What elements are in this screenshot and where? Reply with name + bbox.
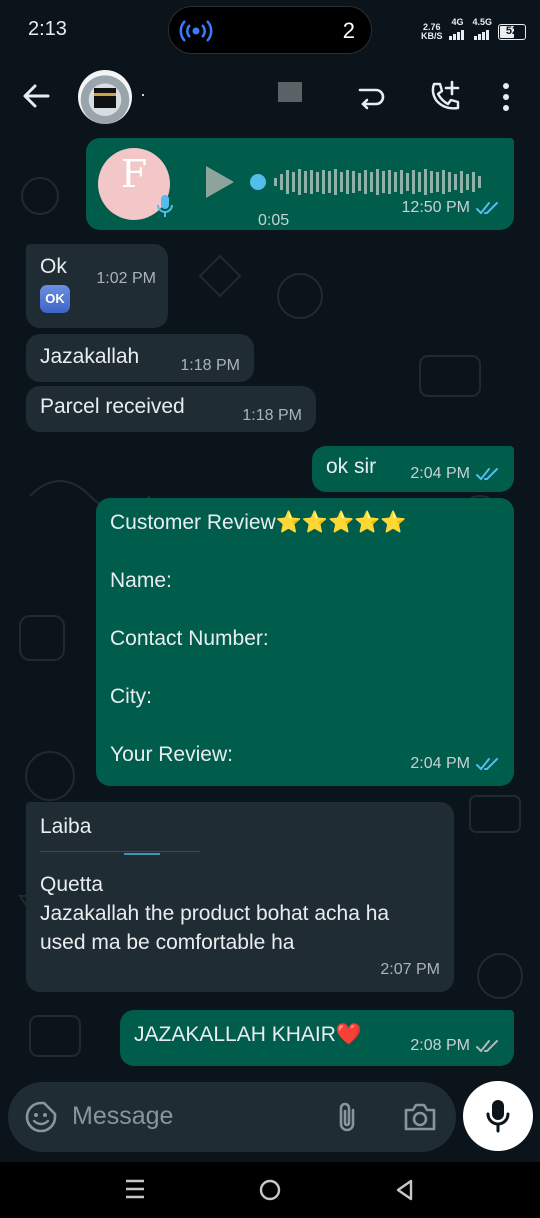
read-ticks-icon bbox=[476, 467, 498, 480]
network-4g: 4G bbox=[448, 18, 466, 45]
delivered-ticks-icon bbox=[476, 1039, 498, 1052]
laiba-city: Quetta bbox=[40, 873, 104, 896]
home-icon[interactable] bbox=[258, 1178, 282, 1202]
laiba-review-text: Jazakallah the product bohat acha ha use… bbox=[40, 902, 395, 954]
dynamic-pill[interactable]: 2 bbox=[168, 6, 372, 54]
message-bubble-jazakallah[interactable]: Jazakallah 1:18 PM bbox=[26, 334, 254, 382]
message-meta: 1:18 PM bbox=[180, 351, 240, 380]
recents-icon[interactable] bbox=[124, 1178, 146, 1200]
status-bar: 2:13 2 2.76 KB/S 4G 4.5G 52 bbox=[0, 0, 540, 58]
more-options-icon[interactable] bbox=[500, 82, 512, 112]
network-45g: 4.5G bbox=[472, 18, 492, 45]
message-time: 1:18 PM bbox=[242, 407, 302, 424]
pill-count: 2 bbox=[342, 18, 355, 43]
message-input[interactable]: Message bbox=[72, 1102, 173, 1131]
system-nav-bar bbox=[0, 1162, 540, 1218]
back-arrow-icon[interactable] bbox=[22, 82, 50, 110]
read-ticks-icon bbox=[476, 201, 498, 214]
battery-icon: 52 bbox=[498, 23, 526, 40]
voice-note-bubble[interactable]: F 0:05 12:50 PM bbox=[86, 138, 514, 230]
status-indicators: 2.76 KB/S 4G 4.5G 52 bbox=[421, 18, 526, 45]
mic-icon bbox=[157, 195, 173, 217]
read-ticks-icon bbox=[476, 757, 498, 770]
laiba-name: Laiba bbox=[40, 815, 92, 838]
redacted-line bbox=[40, 841, 440, 870]
mic-icon bbox=[486, 1100, 510, 1133]
ok-button-emoji: OK bbox=[40, 285, 70, 313]
video-call-icon[interactable] bbox=[276, 78, 304, 106]
status-time: 2:13 bbox=[28, 18, 67, 40]
message-meta: 1:18 PM bbox=[242, 401, 302, 430]
message-time: 2:08 PM bbox=[410, 1037, 470, 1054]
message-time: 1:02 PM bbox=[96, 270, 156, 287]
battery-level: 52 bbox=[505, 24, 519, 37]
message-time: 2:04 PM bbox=[410, 465, 470, 482]
message-input-bar: Message bbox=[8, 1082, 456, 1152]
message-bubble-ok-sir[interactable]: ok sir 2:04 PM bbox=[312, 446, 514, 492]
back-nav-icon[interactable] bbox=[394, 1178, 414, 1202]
message-time: 1:18 PM bbox=[180, 357, 240, 374]
emoji-sticker-icon[interactable] bbox=[24, 1100, 58, 1134]
add-call-icon[interactable] bbox=[428, 80, 462, 112]
message-time: 2:07 PM bbox=[380, 961, 440, 978]
signal-icon bbox=[449, 30, 465, 40]
message-bubble-parcel[interactable]: Parcel received 1:18 PM bbox=[26, 386, 316, 432]
message-meta: 2:04 PM bbox=[410, 749, 500, 778]
message-meta: 12:50 PM bbox=[402, 193, 500, 222]
attach-icon[interactable] bbox=[334, 1100, 360, 1134]
play-icon[interactable] bbox=[202, 164, 236, 200]
voice-record-button[interactable] bbox=[463, 1081, 533, 1151]
chat-header: · bbox=[0, 58, 540, 136]
contact-name[interactable]: · bbox=[140, 84, 146, 105]
voice-duration: 0:05 bbox=[258, 212, 290, 229]
message-time: 2:04 PM bbox=[410, 755, 470, 772]
message-bubble-customer-review[interactable]: Customer Review⭐⭐⭐⭐⭐ Name: Contact Numbe… bbox=[96, 498, 514, 786]
message-bubble-jazakallah-khair[interactable]: JAZAKALLAH KHAIR❤️ 2:08 PM bbox=[120, 1010, 514, 1066]
chat-area[interactable]: F 0:05 12:50 PM Ok OK 1:02 PM Jazakallah… bbox=[0, 136, 540, 1082]
camera-icon[interactable] bbox=[402, 1102, 438, 1132]
message-meta: 2:08 PM bbox=[410, 1031, 500, 1060]
review-title: Customer Review⭐⭐⭐⭐⭐ bbox=[110, 511, 407, 534]
contact-avatar[interactable] bbox=[78, 70, 132, 124]
message-bubble-ok[interactable]: Ok OK 1:02 PM bbox=[26, 244, 168, 328]
data-speed: 2.76 KB/S bbox=[420, 21, 443, 41]
message-meta: 2:07 PM bbox=[380, 955, 440, 984]
message-bubble-laiba[interactable]: Laiba Quetta Jazakallah the product boha… bbox=[26, 802, 454, 992]
message-meta: 2:04 PM bbox=[410, 459, 500, 488]
broadcast-icon bbox=[179, 20, 213, 42]
review-city-label: City: bbox=[110, 685, 152, 708]
message-time: 12:50 PM bbox=[401, 199, 470, 216]
review-contact-label: Contact Number: bbox=[110, 627, 269, 650]
disappearing-call-icon[interactable] bbox=[356, 82, 386, 112]
message-meta: 1:02 PM bbox=[96, 264, 156, 293]
review-name-label: Name: bbox=[110, 569, 172, 592]
signal-icon bbox=[474, 30, 490, 40]
